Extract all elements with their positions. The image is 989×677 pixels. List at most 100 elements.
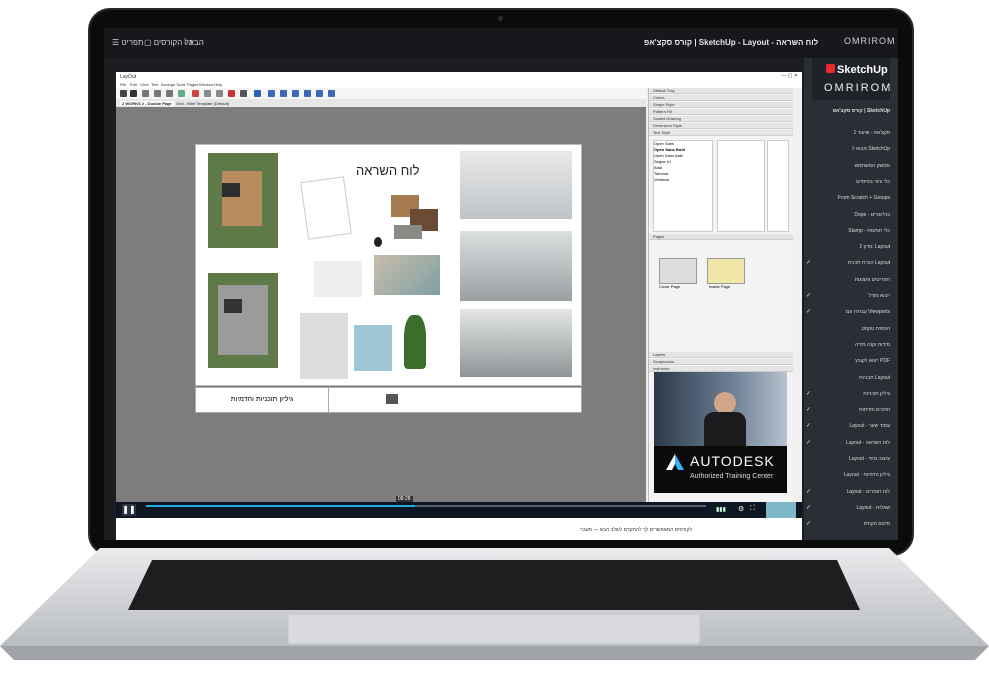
lesson-item[interactable]: גיליון תוכניות [810, 391, 890, 397]
rectangle-tool-icon[interactable] [154, 90, 161, 97]
tray-layers[interactable]: Layers [649, 352, 793, 358]
tray-scrapbooks[interactable]: Scrapbooks [649, 359, 793, 365]
tray-dimension-style[interactable]: Dimension Style [649, 123, 793, 129]
settings-icon[interactable]: ⚙ [738, 505, 744, 513]
next-page-icon[interactable] [292, 90, 299, 97]
drawing-canvas[interactable]: לוח השראה גיליון תוכניות והדמיות [116, 107, 646, 502]
menu-item[interactable]: Edit [130, 82, 137, 87]
lesson-item[interactable]: הוספת טקסט [810, 326, 890, 332]
next-lesson-button[interactable]: ‹ הבא [184, 38, 204, 47]
lesson-item[interactable]: ממשק המשתמש [810, 163, 890, 169]
page-thumbnail[interactable] [659, 258, 697, 284]
lesson-item[interactable]: Dope - בוליאניים [810, 212, 890, 218]
lesson-item[interactable]: From Scratch + Groups [810, 195, 890, 201]
fullscreen-icon[interactable]: ⛶ [750, 505, 755, 513]
lesson-item[interactable]: מבוא ל SketchUp [810, 146, 890, 152]
sidebar-course-name: קורס סקצ'אפ | SketchUp [832, 108, 890, 114]
menu-item[interactable]: View [140, 82, 149, 87]
font-size-list[interactable] [767, 140, 789, 232]
lesson-item[interactable]: תבניות Layout [810, 375, 890, 381]
lesson-item[interactable]: פרק 2: Layout [810, 244, 890, 250]
eraser-tool-icon[interactable] [228, 90, 235, 97]
lesson-item[interactable]: כלי ציור בסיסיים [810, 179, 890, 185]
volume-icon[interactable]: ▮▮▮ [716, 506, 726, 513]
menu-item[interactable]: Help [214, 82, 222, 87]
screen: ☰ תפריט ▢ כל הקורסים ‹ הבא קורס סקצ'אפ |… [104, 28, 898, 540]
prev-page-icon[interactable] [280, 90, 287, 97]
lesson-item[interactable]: Layout - עיצוב גרפי [810, 456, 890, 462]
menu-item[interactable]: File [120, 82, 126, 87]
font-style-list[interactable] [717, 140, 765, 232]
zoom-icon[interactable] [316, 90, 323, 97]
menu-item[interactable]: Arrange [161, 82, 175, 87]
player-logo [766, 502, 796, 518]
check-icon: ✓ [806, 488, 812, 495]
lesson-item[interactable]: סיכום הקורס [810, 521, 890, 527]
progress-bar[interactable] [146, 505, 706, 507]
plant-image [404, 315, 426, 369]
video-player[interactable]: LayOut — ▢ ✕ File Edit View Text Arrange… [116, 72, 802, 518]
lesson-item[interactable]: Layout - עמוד שער [810, 423, 890, 429]
brand-logo: OMRIROM [844, 36, 896, 46]
tray-scaled-drawing[interactable]: Scaled Drawing [649, 116, 793, 122]
lesson-item[interactable]: תפריטים ותצוגות [810, 277, 890, 283]
menu-item[interactable]: Pages [187, 82, 198, 87]
page-thumbnail[interactable] [707, 258, 745, 284]
pencil-tool-icon[interactable] [130, 90, 137, 97]
sheet-title: גיליון תוכניות והדמיות [196, 388, 329, 412]
lesson-item[interactable]: ייבוא מודל [810, 293, 890, 299]
lesson-item[interactable]: עבודה עם Viewports [810, 309, 890, 315]
lesson-item[interactable]: סקצ'אפ - שיעור 1 [810, 130, 890, 136]
notes-text[interactable]: לקורסים המאפשרים לך להתקדם לשלב הבא — מע… [580, 527, 692, 533]
check-icon: ✓ [806, 293, 812, 299]
circle-tool-icon[interactable] [166, 90, 173, 97]
present-icon[interactable] [304, 90, 311, 97]
lesson-item[interactable]: חתכים וחזיתות [810, 407, 890, 413]
text-tool-icon[interactable] [204, 90, 211, 97]
video-controls: ❚❚ 08:28 ▮▮▮ ⚙ ⛶ [116, 496, 802, 518]
course-logo: SketchUp OMRIROM [812, 58, 890, 100]
check-icon: ✓ [806, 390, 812, 397]
tray-colors[interactable]: Colors [649, 95, 793, 101]
menu-item[interactable]: Window [199, 82, 213, 87]
tray-pattern-fill[interactable]: Pattern Fill [649, 109, 793, 115]
offset-tool-icon[interactable] [178, 90, 185, 97]
stairs-image [354, 325, 392, 371]
lesson-item[interactable]: Layout - שאלות [810, 505, 890, 511]
pause-icon[interactable]: ❚❚ [122, 504, 136, 516]
menu-item[interactable]: Tools [176, 82, 185, 87]
course-sidebar: SketchUp OMRIROM קורס סקצ'אפ | SketchUp … [804, 58, 898, 540]
pan-icon[interactable] [328, 90, 335, 97]
document-tabs: 2 WORKS 2 - Double Page Grid - Brief Tem… [116, 99, 646, 107]
inspiration-board-page[interactable]: לוח השראה [195, 144, 582, 386]
floor-plan-image [208, 153, 278, 248]
pen-tool-icon[interactable] [240, 90, 247, 97]
floor-plan-image [208, 273, 278, 368]
lesson-item[interactable]: הכרת תכנית Layout [810, 260, 890, 266]
lesson-item[interactable]: Layout - גיליון הדמיות [810, 472, 890, 478]
sketchup-logo: SketchUp [826, 64, 888, 76]
chevron-right-icon[interactable]: › [794, 38, 797, 47]
tab-document[interactable]: 2 WORKS 2 - Double Page [120, 101, 174, 106]
dimension-tool-icon[interactable] [216, 90, 223, 97]
lesson-item[interactable]: מידות וקנה מידה [810, 342, 890, 348]
sample-tool-icon[interactable] [254, 90, 261, 97]
lesson-item[interactable]: ייצוא לקובץ PDF [810, 358, 890, 364]
line-tool-icon[interactable] [142, 90, 149, 97]
menu-item[interactable]: Text [151, 82, 158, 87]
render-image [460, 151, 572, 219]
select-tool-icon[interactable] [120, 90, 127, 97]
add-page-icon[interactable] [268, 90, 275, 97]
tray-shape-style[interactable]: Shape Style [649, 102, 793, 108]
lesson-item[interactable]: Layout - לוח חומרים [810, 489, 890, 495]
tray-text-style[interactable]: Text Style [649, 130, 793, 136]
lesson-item[interactable]: Layout - לוח השראה [810, 440, 890, 446]
tray-pages[interactable]: Pages [649, 234, 793, 240]
menu-button[interactable]: ☰ תפריט [112, 38, 143, 47]
paint-tool-icon[interactable] [192, 90, 199, 97]
lesson-item[interactable]: Stamp - כלי חותמת [810, 228, 890, 234]
tab-template[interactable]: Grid - Brief Template (Default) [176, 101, 229, 106]
autodesk-badge: AUTODESK Authorized Training Center [654, 446, 787, 493]
font-item[interactable]: Verdana [654, 177, 712, 183]
font-list[interactable]: Open Sans Open Sans Bold Open Sans Itali… [653, 140, 713, 232]
